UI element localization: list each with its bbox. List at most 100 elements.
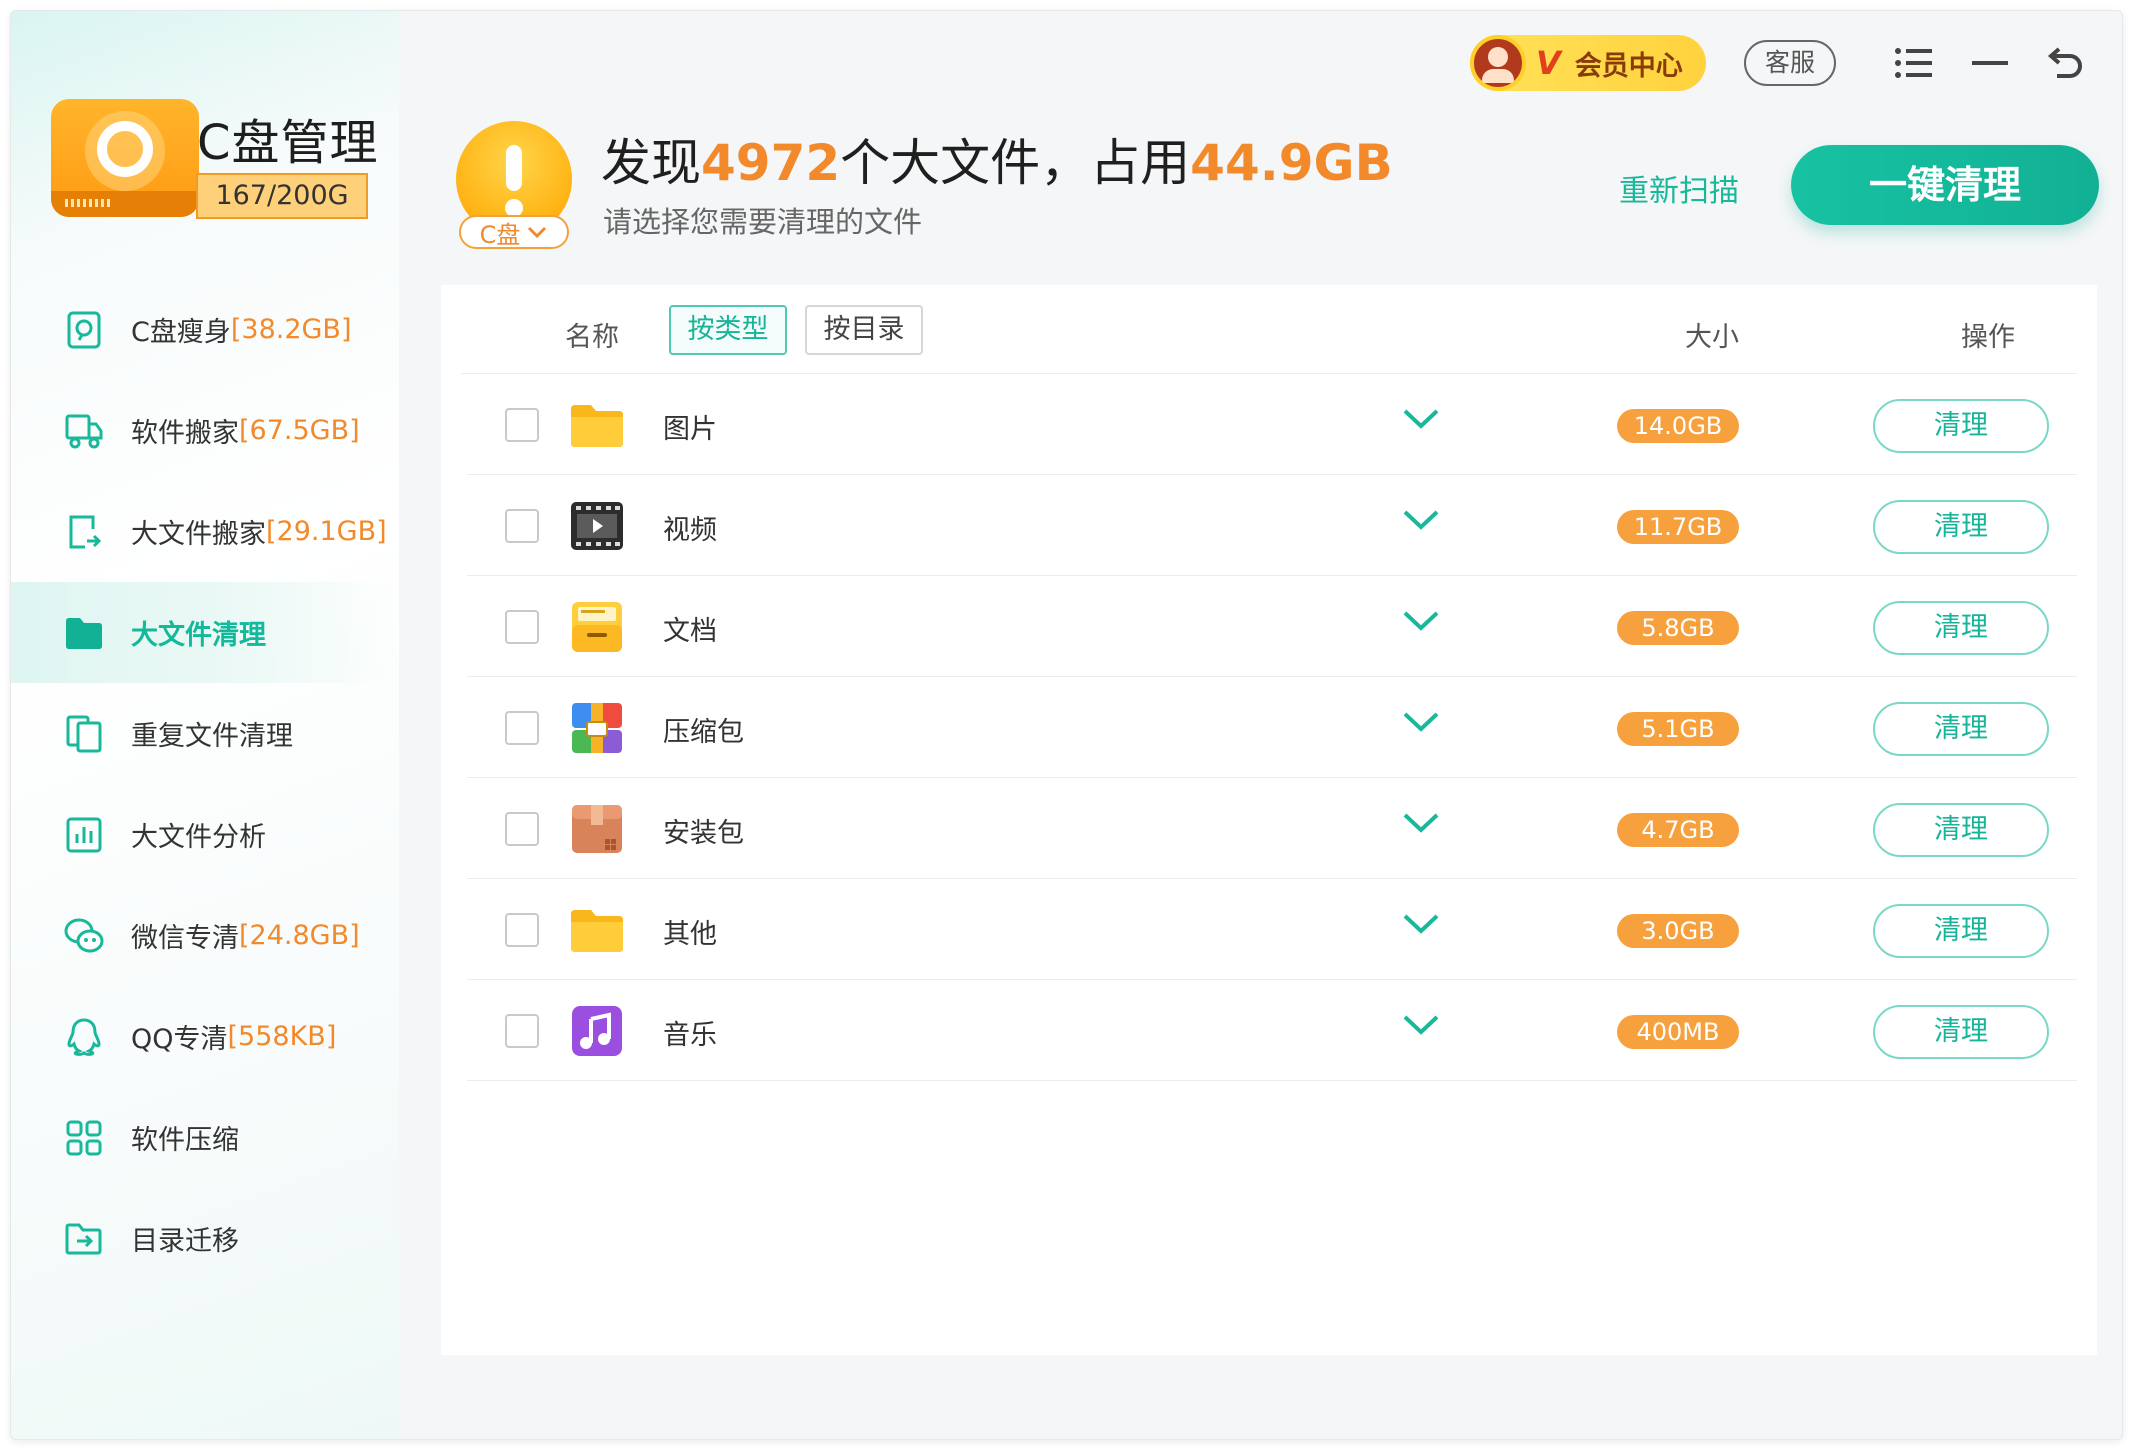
file-category-panel: 名称 按类型 按目录 大小 操作 图片 14.0GB 清理 视频 11.7GB <box>441 285 2097 1355</box>
folder-icon <box>569 397 625 453</box>
chevron-down-icon[interactable] <box>1401 506 1441 534</box>
wechat-icon <box>63 915 105 957</box>
sidebar-item-label: QQ专清 <box>131 1024 228 1055</box>
chevron-down-icon[interactable] <box>1401 910 1441 938</box>
size-badge: 400MB <box>1617 1015 1739 1049</box>
row-checkbox[interactable] <box>505 913 539 947</box>
row-checkbox[interactable] <box>505 509 539 543</box>
sidebar-item-size: [67.5GB] <box>239 415 360 446</box>
tab-by-type[interactable]: 按类型 <box>669 305 787 355</box>
sidebar-item-label: 软件搬家 <box>131 418 239 449</box>
sidebar-item-size: [29.1GB] <box>266 516 387 547</box>
row-checkbox[interactable] <box>505 408 539 442</box>
category-name: 压缩包 <box>663 717 744 748</box>
duplicate-icon <box>63 713 105 755</box>
clean-button[interactable]: 清理 <box>1873 803 2049 857</box>
column-action: 操作 <box>1961 322 2015 353</box>
table-row: 图片 14.0GB 清理 <box>467 373 2077 475</box>
sidebar-item-label: 大文件分析 <box>131 822 266 853</box>
sidebar-item-duplicate-clean[interactable]: 重复文件清理 <box>11 683 399 784</box>
scan-subtitle: 请选择您需要清理的文件 <box>603 205 923 239</box>
chevron-down-icon[interactable] <box>1401 809 1441 837</box>
row-checkbox[interactable] <box>505 1014 539 1048</box>
sidebar-item-large-file-analysis[interactable]: 大文件分析 <box>11 784 399 885</box>
sidebar-item-large-file-move[interactable]: 大文件搬家 [29.1GB] <box>11 481 399 582</box>
clean-button[interactable]: 清理 <box>1873 601 2049 655</box>
clean-button[interactable]: 清理 <box>1873 904 2049 958</box>
file-count: 4972 <box>701 134 841 192</box>
back-close-icon[interactable] <box>2038 35 2094 91</box>
clean-all-button[interactable]: 一键清理 <box>1791 145 2099 225</box>
sidebar-item-size: [24.8GB] <box>239 920 360 951</box>
row-checkbox[interactable] <box>505 610 539 644</box>
folder-icon <box>569 902 625 958</box>
chevron-down-icon <box>528 226 547 239</box>
sidebar-item-label: C盘瘦身 <box>131 317 231 348</box>
sidebar-item-c-slim[interactable]: C盘瘦身 [38.2GB] <box>11 279 399 380</box>
vip-center-label: 会员中心 <box>1574 50 1683 82</box>
title-bar: V 会员中心 客服 <box>1470 31 2094 95</box>
file-move-icon <box>63 511 105 553</box>
column-name: 名称 <box>565 322 619 353</box>
disk-slim-icon <box>63 309 105 351</box>
scan-result-title: 发现4972个大文件，占用44.9GB <box>601 134 1393 192</box>
customer-service-button[interactable]: 客服 <box>1744 40 1836 86</box>
rescan-link[interactable]: 重新扫描 <box>1619 166 1739 210</box>
sidebar-item-software-compress[interactable]: 软件压缩 <box>11 1087 399 1188</box>
sidebar-item-large-file-clean[interactable]: 大文件清理 <box>11 582 399 683</box>
size-badge: 4.7GB <box>1617 813 1739 847</box>
table-row: 安装包 4.7GB 清理 <box>467 777 2077 879</box>
chevron-down-icon[interactable] <box>1401 708 1441 736</box>
clean-button[interactable]: 清理 <box>1873 702 2049 756</box>
app-window: C盘管理 167/200G C盘瘦身 [38.2GB] 软件搬家 [67.5GB] … <box>10 10 2123 1440</box>
sidebar-item-label: 软件压缩 <box>131 1125 239 1156</box>
sidebar-item-directory-migrate[interactable]: 目录迁移 <box>11 1188 399 1289</box>
sidebar-item-label: 目录迁移 <box>131 1226 239 1257</box>
clean-button[interactable]: 清理 <box>1873 500 2049 554</box>
size-badge: 11.7GB <box>1617 510 1739 544</box>
sidebar-item-wechat-clean[interactable]: 微信专清 [24.8GB] <box>11 885 399 986</box>
sidebar-item-qq-clean[interactable]: QQ专清 [558KB] <box>11 986 399 1087</box>
sidebar-item-size: [38.2GB] <box>230 314 352 345</box>
tab-by-directory[interactable]: 按目录 <box>805 305 923 355</box>
truck-icon <box>63 410 105 452</box>
chart-icon <box>63 814 105 856</box>
package-icon <box>569 801 625 857</box>
chevron-down-icon[interactable] <box>1401 1011 1441 1039</box>
app-logo <box>51 99 199 217</box>
sidebar-item-label: 大文件搬家 <box>131 519 266 550</box>
category-name: 图片 <box>663 414 717 445</box>
clean-button[interactable]: 清理 <box>1873 1005 2049 1059</box>
drive-selector[interactable]: C盘 <box>459 215 569 249</box>
avatar <box>1470 35 1526 91</box>
minimize-icon[interactable] <box>1962 35 2018 91</box>
size-badge: 14.0GB <box>1617 409 1739 443</box>
sidebar-item-size: [558KB] <box>227 1021 337 1052</box>
sidebar-item-label: 大文件清理 <box>131 620 266 651</box>
chevron-down-icon[interactable] <box>1401 405 1441 433</box>
clean-button[interactable]: 清理 <box>1873 399 2049 453</box>
menu-icon[interactable] <box>1886 35 1942 91</box>
table-row: 文档 5.8GB 清理 <box>467 575 2077 677</box>
grid-icon <box>63 1117 105 1159</box>
archive-icon <box>569 700 625 756</box>
table-header: 名称 按类型 按目录 大小 操作 <box>461 285 2077 374</box>
sidebar-item-software-move[interactable]: 软件搬家 [67.5GB] <box>11 380 399 481</box>
qq-icon <box>63 1016 105 1058</box>
drive-label: C盘 <box>479 220 521 249</box>
chevron-down-icon[interactable] <box>1401 607 1441 635</box>
row-checkbox[interactable] <box>505 711 539 745</box>
vip-center-button[interactable]: V 会员中心 <box>1470 35 1706 91</box>
row-checkbox[interactable] <box>505 812 539 846</box>
document-icon <box>569 599 625 655</box>
folder-icon <box>63 612 105 654</box>
sidebar: C盘管理 167/200G C盘瘦身 [38.2GB] 软件搬家 [67.5GB] … <box>11 11 399 1439</box>
app-title: C盘管理 <box>197 115 379 171</box>
category-name: 安装包 <box>663 818 744 849</box>
size-badge: 5.1GB <box>1617 712 1739 746</box>
total-size: 44.9GB <box>1190 134 1393 192</box>
column-size: 大小 <box>1685 322 1739 353</box>
table-row: 视频 11.7GB 清理 <box>467 474 2077 576</box>
category-name: 音乐 <box>663 1020 717 1051</box>
sidebar-item-label: 重复文件清理 <box>131 721 293 752</box>
